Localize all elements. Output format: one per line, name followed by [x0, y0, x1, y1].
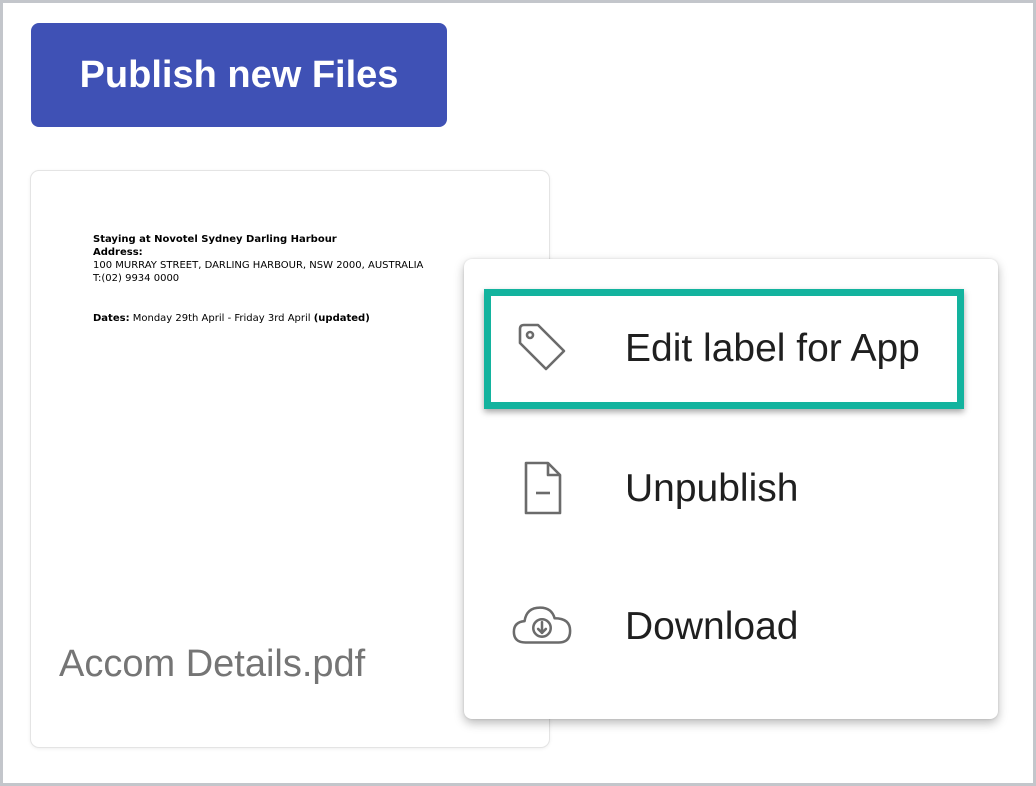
publish-new-files-button[interactable]: Publish new Files — [31, 23, 447, 127]
menu-item-label: Unpublish — [625, 467, 799, 510]
menu-item-unpublish[interactable]: Unpublish — [464, 429, 998, 549]
preview-dates-value: Monday 29th April - Friday 3rd April — [129, 313, 314, 324]
file-name: Accom Details.pdf — [59, 643, 366, 685]
file-minus-icon — [510, 457, 574, 521]
file-context-menu: Edit label for App Unpublish Download — [464, 259, 998, 719]
menu-item-label: Edit label for App — [625, 327, 920, 370]
cloud-download-icon — [510, 595, 574, 659]
preview-hotel-line: Staying at Novotel Sydney Darling Harbou… — [93, 234, 337, 245]
preview-dates-note: (updated) — [313, 313, 370, 324]
tag-icon — [510, 317, 574, 381]
preview-address-label: Address: — [93, 247, 143, 258]
menu-item-edit-label[interactable]: Edit label for App — [464, 289, 998, 409]
preview-dates-label: Dates: — [93, 313, 130, 324]
window-frame: Publish new Files Staying at Novotel Syd… — [0, 0, 1036, 786]
menu-item-download[interactable]: Download — [464, 567, 998, 687]
menu-item-label: Download — [625, 605, 799, 648]
